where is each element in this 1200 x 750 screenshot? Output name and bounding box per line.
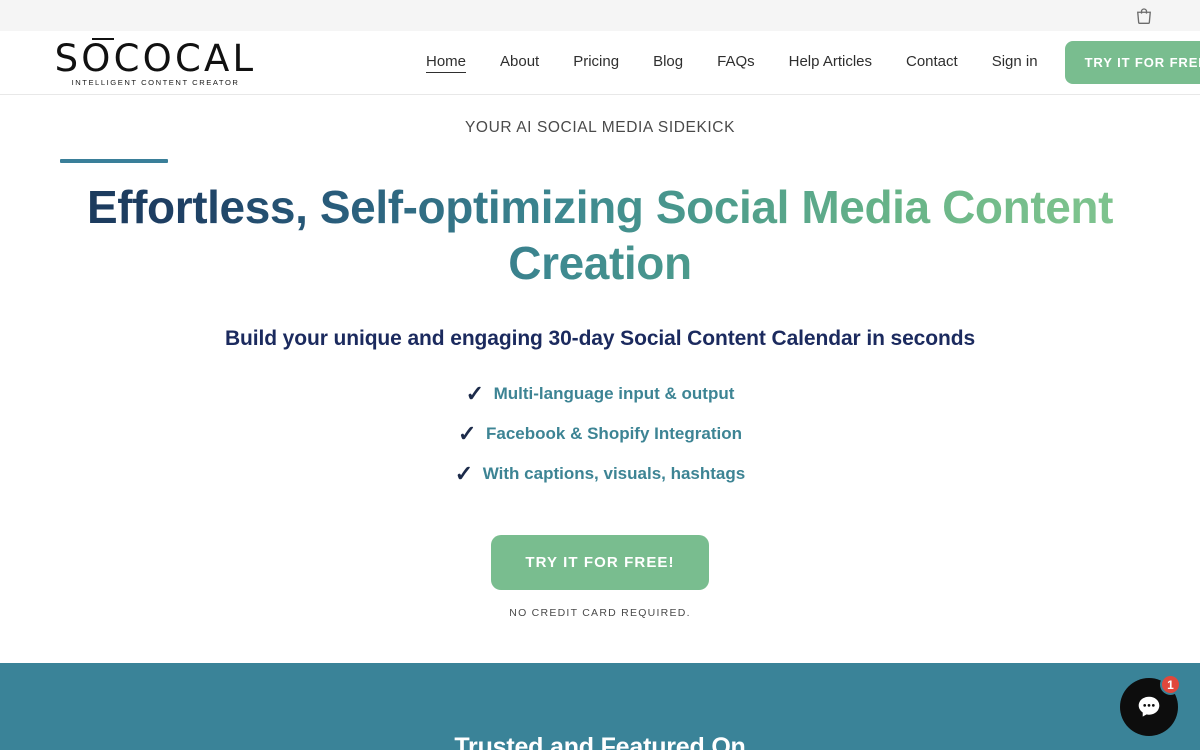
- checkmark-icon: ✓: [454, 461, 474, 487]
- nav-item-home[interactable]: Home: [426, 53, 467, 73]
- chat-widget: 1: [1120, 674, 1181, 736]
- chat-unread-badge: 1: [1160, 674, 1181, 695]
- feature-item: ✓ Multi-language input & output: [0, 383, 1200, 405]
- nav-item-blog[interactable]: Blog: [653, 53, 683, 72]
- feature-item: ✓ Facebook & Shopify Integration: [0, 423, 1200, 445]
- logo-text: SOCOCAL: [54, 36, 257, 80]
- hero-cta-block: TRY IT FOR FREE! NO CREDIT CARD REQUIRED…: [0, 535, 1200, 619]
- feature-item-label: With captions, visuals, hashtags: [482, 464, 746, 484]
- site-logo[interactable]: SOCOCAL INTELLIGENT CONTENT CREATOR: [48, 37, 263, 87]
- hero-accent-rule: [60, 159, 168, 163]
- hero-section: YOUR AI SOCIAL MEDIA SIDEKICK Effortless…: [0, 95, 1200, 619]
- hero-cta-note: NO CREDIT CARD REQUIRED.: [509, 607, 691, 620]
- nav-item-contact[interactable]: Contact: [906, 53, 958, 72]
- nav-item-about[interactable]: About: [500, 53, 539, 72]
- hero-try-free-button[interactable]: TRY IT FOR FREE!: [491, 535, 709, 591]
- trusted-section-title: Trusted and Featured On: [454, 733, 746, 750]
- feature-item-label: Multi-language input & output: [493, 384, 735, 404]
- site-header: SOCOCAL INTELLIGENT CONTENT CREATOR Home…: [0, 31, 1200, 95]
- main-navigation: Home About Pricing Blog FAQs Help Articl…: [426, 53, 1038, 73]
- announcement-bar: [0, 0, 1200, 31]
- hero-eyebrow: YOUR AI SOCIAL MEDIA SIDEKICK: [464, 119, 736, 136]
- feature-item-label: Facebook & Shopify Integration: [486, 424, 742, 444]
- hero-headline: Effortless, Self-optimizing Social Media…: [50, 179, 1150, 291]
- logo-tagline: INTELLIGENT CONTENT CREATOR: [71, 77, 240, 87]
- checkmark-icon: ✓: [458, 421, 477, 447]
- shopping-bag-icon[interactable]: [1134, 6, 1154, 26]
- checkmark-icon: ✓: [465, 381, 485, 407]
- hero-subheadline: Build your unique and engaging 30-day So…: [224, 327, 976, 351]
- nav-item-sign-in[interactable]: Sign in: [992, 53, 1038, 72]
- logo-wordmark: SOCOCAL: [55, 37, 257, 77]
- feature-item: ✓ With captions, visuals, hashtags: [0, 463, 1200, 485]
- nav-item-faqs[interactable]: FAQs: [717, 53, 755, 72]
- trusted-section: Trusted and Featured On: [0, 663, 1200, 750]
- nav-item-help-articles[interactable]: Help Articles: [789, 53, 872, 72]
- nav-item-pricing[interactable]: Pricing: [573, 53, 619, 72]
- header-try-free-button[interactable]: TRY IT FOR FREE!: [1064, 41, 1200, 84]
- hero-feature-list: ✓ Multi-language input & output ✓ Facebo…: [0, 383, 1200, 485]
- logo-macron-icon: [91, 37, 114, 41]
